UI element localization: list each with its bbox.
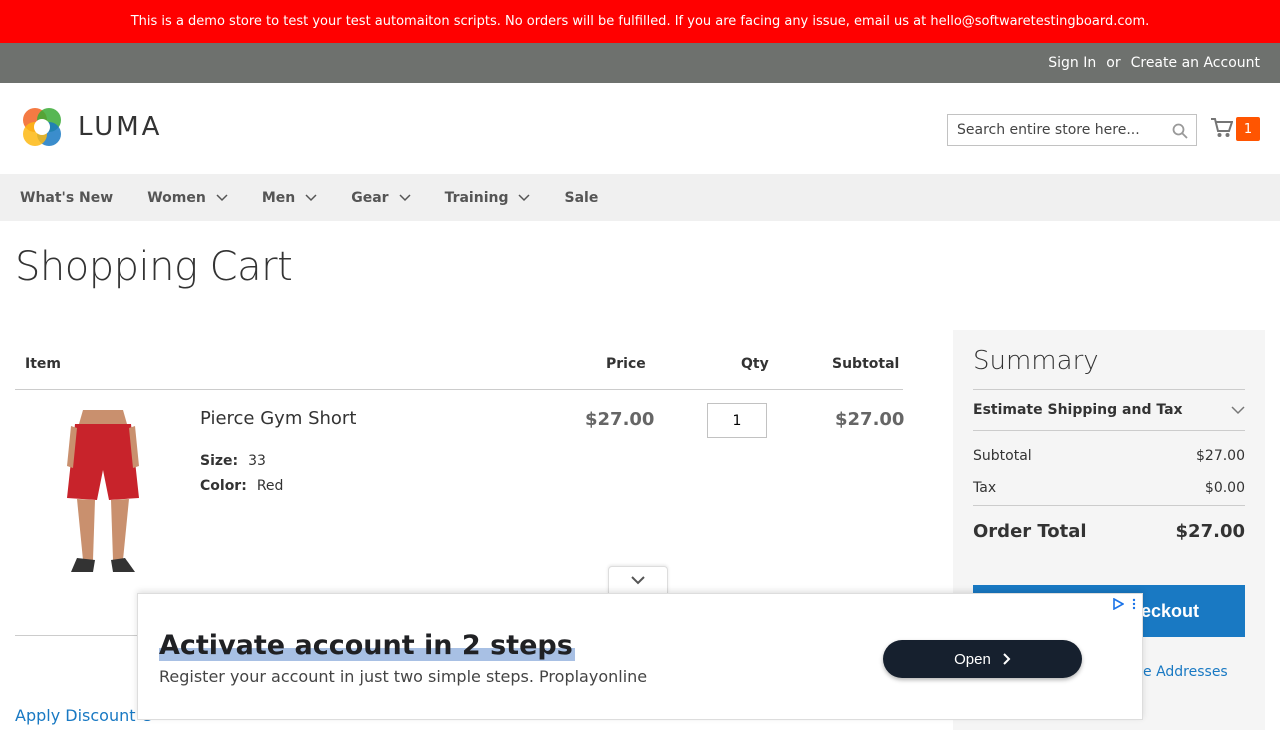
column-header-subtotal: Subtotal [832, 356, 900, 372]
column-header-item: Item [25, 356, 61, 372]
option-label: Color: [200, 478, 247, 494]
ad-description: Register your account in just two simple… [159, 667, 648, 686]
column-header-price: Price [606, 356, 646, 372]
order-total-value: $27.00 [1175, 521, 1245, 542]
luma-logo[interactable]: LUMA [20, 105, 162, 149]
item-subtotal: $27.00 [835, 409, 905, 430]
tax-value: $0.00 [1204, 480, 1245, 496]
column-header-qty: Qty [741, 356, 769, 372]
nav-label: Sale [564, 189, 599, 206]
ad-banner[interactable]: Activate account in 2 steps Register you… [137, 593, 1143, 720]
option-color: Color: Red [200, 478, 283, 494]
search-input[interactable] [948, 115, 1158, 145]
multiple-addresses-link[interactable]: e Addresses [1143, 664, 1228, 680]
chevron-down-icon [216, 193, 228, 201]
chevron-right-icon [1003, 653, 1011, 665]
divider [973, 389, 1245, 390]
top-links-bar: Sign In or Create an Account [0, 43, 1280, 83]
demo-notice-bar: This is a demo store to test your test a… [0, 0, 1280, 43]
nav-label: Men [261, 189, 296, 206]
ad-open-label: Open [954, 650, 991, 668]
product-name-link[interactable]: Pierce Gym Short [200, 408, 356, 429]
sign-in-link[interactable]: Sign In [1048, 55, 1096, 71]
search-icon[interactable] [1172, 123, 1188, 143]
more-options-icon [1132, 598, 1136, 610]
chevron-down-icon [305, 193, 317, 201]
tax-row: Tax $0.00 [973, 480, 1245, 496]
order-total-row: Order Total $27.00 [973, 521, 1245, 542]
cart-count-badge[interactable]: 1 [1236, 117, 1260, 141]
header: LUMA 1 [0, 83, 1280, 174]
option-value: Red [256, 478, 284, 494]
estimate-shipping-toggle[interactable]: Estimate Shipping and Tax [973, 402, 1245, 418]
nav-item-whats-new[interactable]: What's New [20, 190, 113, 206]
adchoices-icon [1113, 598, 1124, 610]
summary-title: Summary [973, 346, 1099, 376]
estimate-shipping-label: Estimate Shipping and Tax [973, 402, 1183, 418]
ad-collapse-tab[interactable] [608, 566, 668, 594]
item-price: $27.00 [585, 409, 655, 430]
ad-choices[interactable] [1112, 598, 1136, 610]
luma-logo-icon [23, 108, 61, 146]
search-box [947, 114, 1197, 146]
order-total-label: Order Total [973, 521, 1087, 542]
option-size: Size: 33 [200, 453, 266, 469]
chevron-down-icon [399, 193, 411, 201]
subtotal-label: Subtotal [973, 448, 1032, 464]
chevron-down-icon [631, 576, 645, 585]
ad-title[interactable]: Activate account in 2 steps [159, 630, 575, 661]
chevron-down-icon [1231, 405, 1245, 414]
product-image[interactable] [53, 410, 153, 576]
subtotal-row: Subtotal $27.00 [973, 448, 1245, 464]
nav-label: Women [147, 189, 206, 206]
nav-label: Training [444, 189, 509, 206]
demo-notice-text: This is a demo store to test your test a… [130, 14, 1150, 29]
nav-label: What's New [20, 189, 114, 206]
create-account-link[interactable]: Create an Account [1131, 55, 1260, 71]
cart-icon[interactable] [1211, 118, 1234, 142]
main-nav: What's New Women Men Gear Training Sale [0, 174, 1280, 221]
divider [15, 389, 903, 390]
tax-label: Tax [973, 480, 997, 496]
nav-item-training[interactable]: Training [445, 190, 531, 206]
ad-open-button[interactable]: Open [883, 640, 1082, 678]
logo-text: LUMA [78, 112, 163, 142]
option-label: Size: [200, 453, 239, 469]
or-text: or [1106, 55, 1121, 71]
divider [973, 430, 1245, 431]
chevron-down-icon [518, 193, 531, 201]
apply-discount-link[interactable]: Apply Discount C [15, 706, 152, 725]
qty-input[interactable] [707, 403, 767, 438]
nav-item-women[interactable]: Women [147, 190, 228, 206]
nav-item-gear[interactable]: Gear [351, 189, 411, 206]
nav-label: Gear [351, 189, 389, 206]
nav-item-sale[interactable]: Sale [564, 190, 598, 206]
page-title: Shopping Cart [15, 244, 293, 290]
nav-item-men[interactable]: Men [262, 190, 317, 206]
option-value: 33 [248, 453, 266, 469]
subtotal-value: $27.00 [1196, 448, 1245, 464]
divider [973, 505, 1245, 506]
